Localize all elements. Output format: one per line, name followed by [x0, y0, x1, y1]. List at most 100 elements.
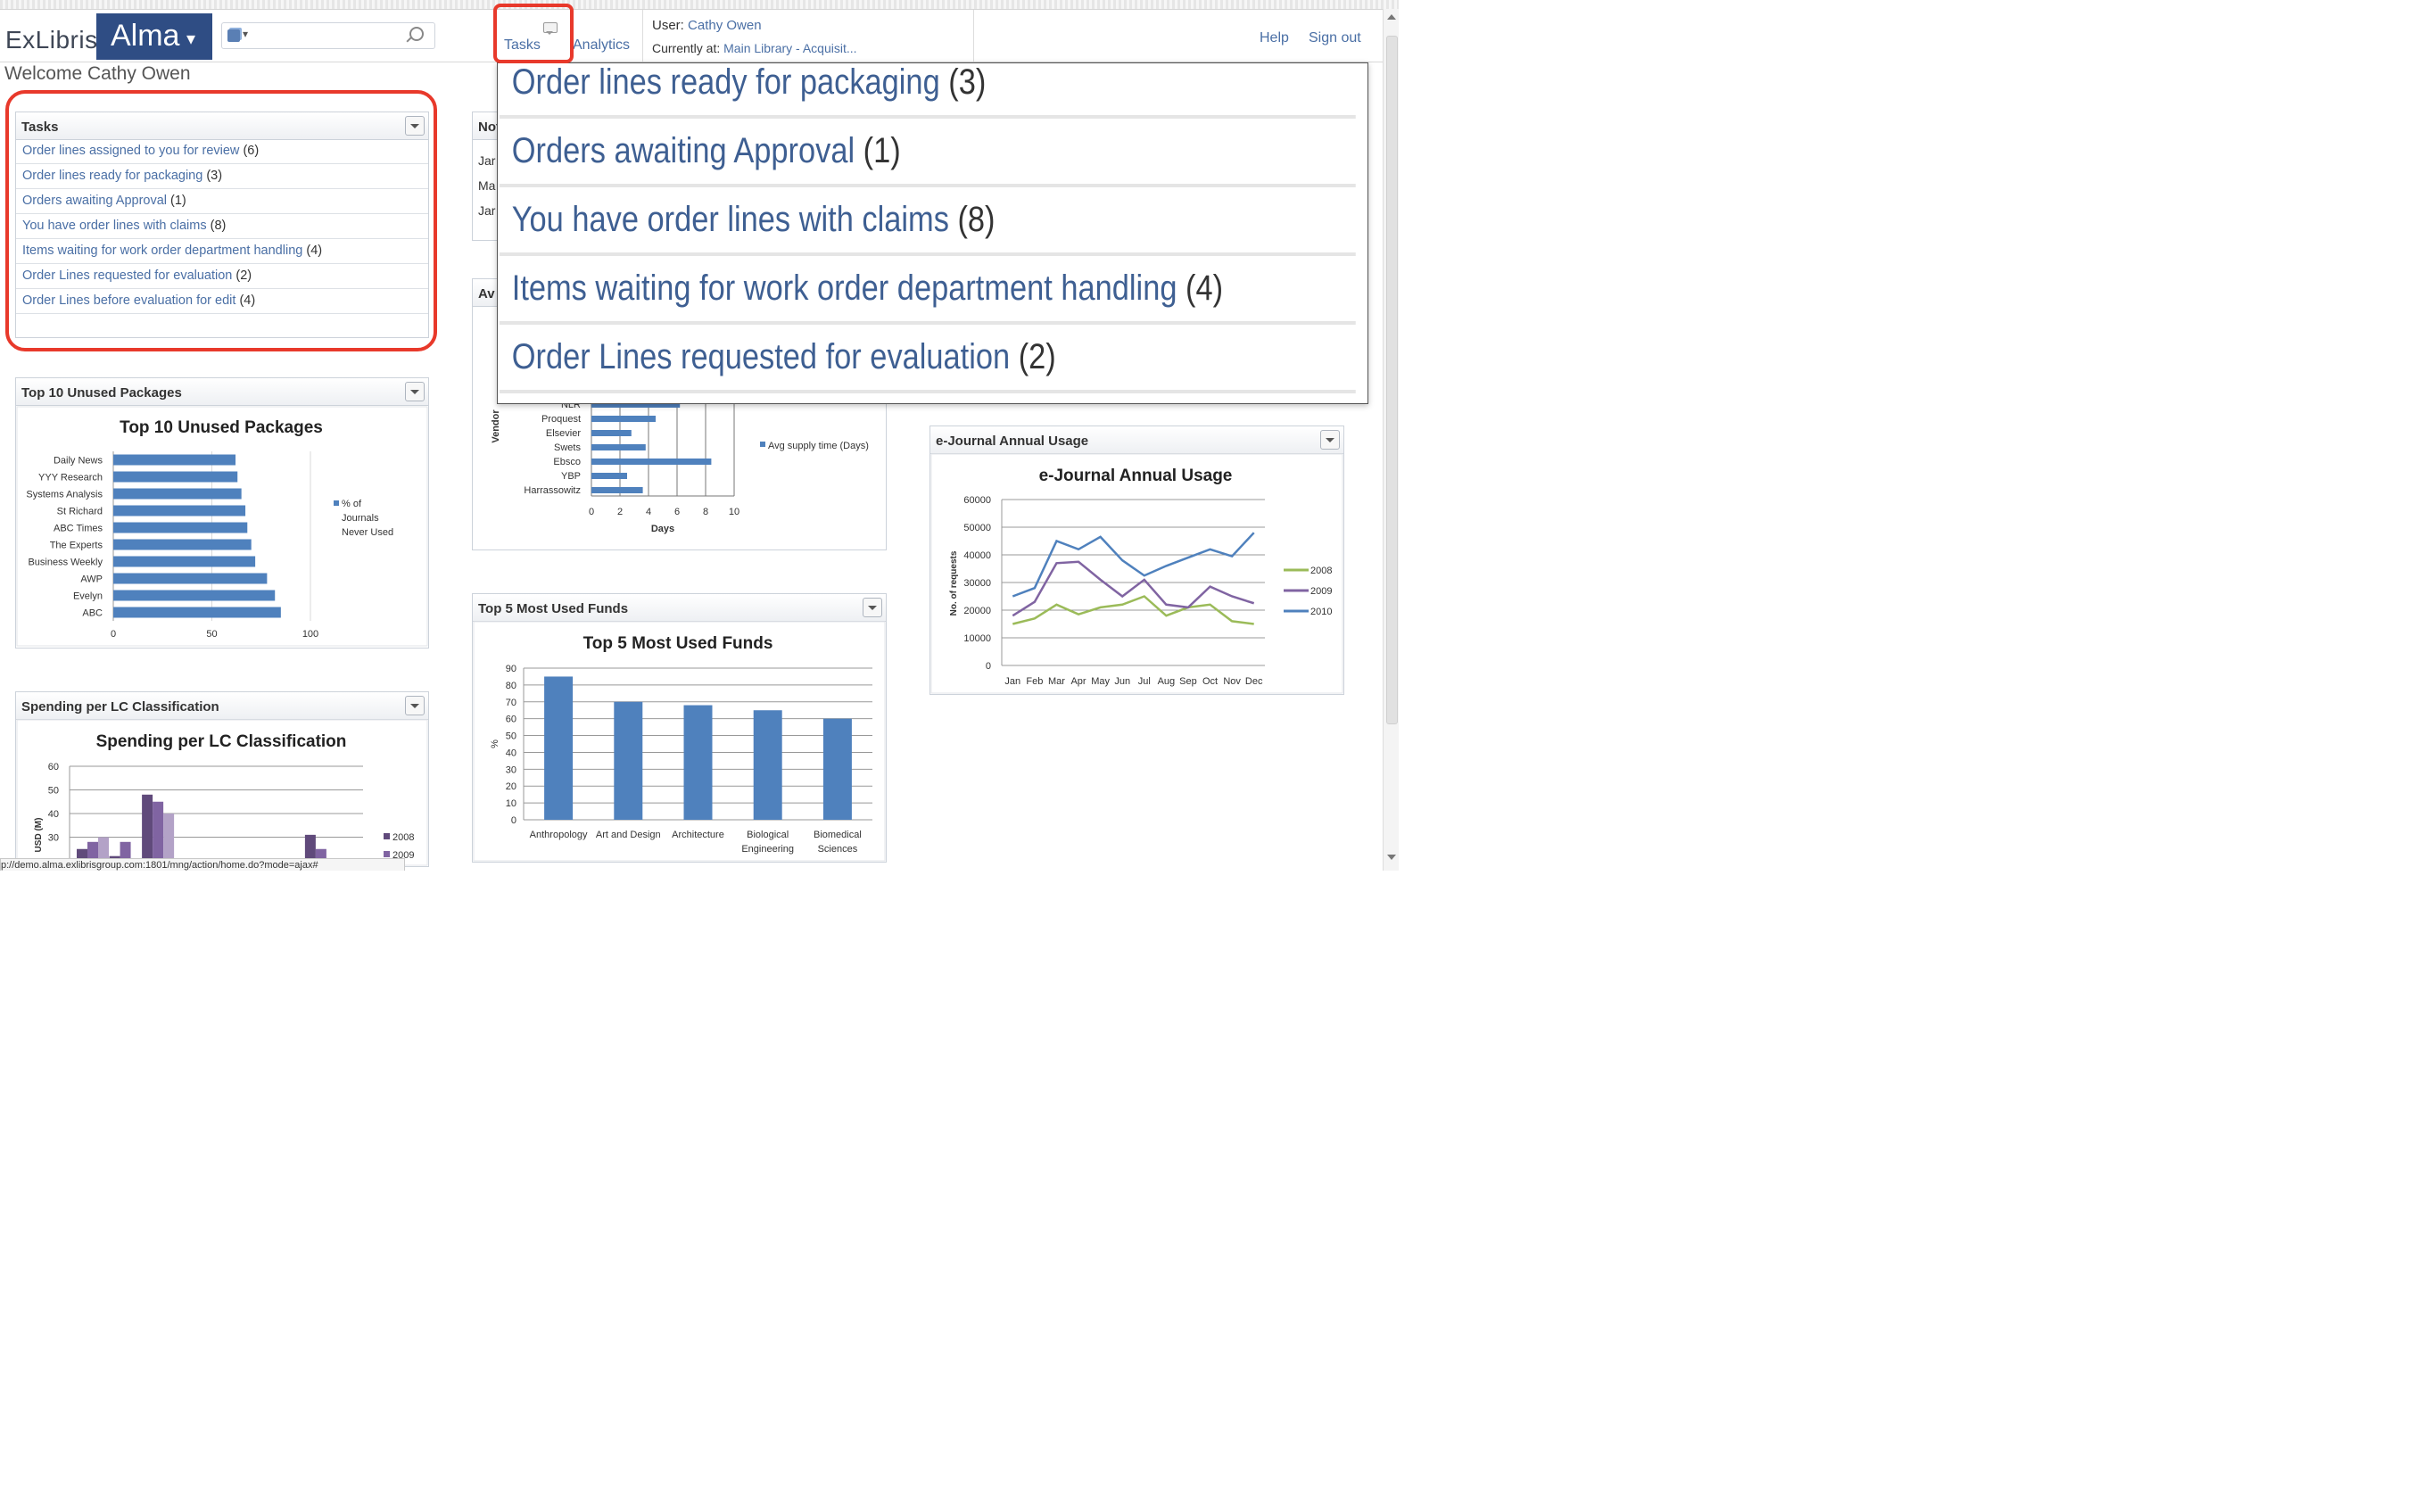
x-tick-label: Dec — [1245, 676, 1263, 687]
bar — [113, 505, 246, 516]
y-tick-label: 40000 — [963, 550, 991, 561]
y-tick-label: 60000 — [963, 495, 991, 506]
category-label: Biological — [747, 830, 789, 840]
search-type-dropdown[interactable]: ▾ — [226, 28, 251, 44]
bar — [113, 471, 238, 483]
category-label: Systems Analysis — [26, 490, 103, 500]
bar — [591, 487, 643, 493]
x-tick-label: Oct — [1202, 676, 1218, 687]
popup-task-item[interactable]: Order Lines requested for evaluation (2) — [500, 324, 1356, 393]
sign-out-link[interactable]: Sign out — [1309, 30, 1361, 46]
category-label: Harrassowitz — [524, 485, 581, 496]
bar — [614, 701, 643, 820]
bar — [591, 459, 712, 465]
help-link[interactable]: Help — [1260, 30, 1289, 46]
category-label: Engineering — [741, 844, 794, 855]
legend-label: 2008 — [1310, 566, 1332, 576]
y-tick-label: 30000 — [963, 578, 991, 589]
y-tick-label: 30 — [48, 833, 59, 844]
unused-packages-chart: Top 10 Unused Packages Daily News YYY Rese… — [16, 406, 428, 648]
chart-title: Top 5 Most Used Funds — [583, 634, 773, 653]
notes-row: Ma — [478, 178, 496, 193]
x-tick-label: 50 — [206, 629, 217, 640]
popup-task-count: (8) — [957, 200, 996, 239]
popup-task-count: (1) — [863, 131, 901, 170]
alma-logo-text: Alma — [111, 19, 180, 53]
chart-frame — [473, 621, 886, 862]
popup-task-item[interactable]: Order lines ready for packaging (3) — [500, 63, 1356, 119]
x-tick-label: Jan — [1004, 676, 1020, 687]
ejournal-widget: e-Journal Annual Usage e-Journal Annual … — [929, 426, 1344, 695]
y-axis-label: No. of requests — [949, 550, 959, 616]
popup-task-item[interactable]: Items waiting for work order department … — [500, 255, 1356, 325]
legend-label: 2008 — [392, 832, 414, 843]
popup-task-count: (4) — [1186, 269, 1224, 308]
bar — [113, 539, 252, 550]
category-label: ABC — [82, 608, 103, 619]
popup-task-item[interactable]: Orders awaiting Approval (1) — [500, 118, 1356, 187]
legend-label: % of — [342, 499, 362, 509]
search-box: ▾ — [221, 22, 435, 49]
chart-title: e-Journal Annual Usage — [1039, 467, 1233, 485]
legend-swatch — [760, 442, 765, 447]
exlibris-logo: ExLibris — [5, 26, 98, 54]
y-axis-label: Vendor — [491, 409, 501, 443]
y-axis-label: USD (M) — [34, 818, 44, 853]
x-tick-label: Jul — [1138, 676, 1151, 687]
ejournal-chart: e-Journal Annual Usage 0 10000 20000 30000 40… — [930, 453, 1343, 694]
x-tick-label: May — [1091, 676, 1110, 687]
x-axis-label: Days — [651, 524, 674, 534]
y-tick-label: 60 — [506, 715, 516, 725]
search-input[interactable] — [256, 26, 402, 45]
legend-swatch — [384, 851, 390, 857]
popup-task-label: You have order lines with claims — [511, 200, 949, 239]
category-label: Evelyn — [73, 591, 103, 602]
alma-menu-button[interactable]: Alma ▾ — [96, 13, 212, 60]
y-tick-label: 90 — [506, 664, 516, 674]
popup-task-label: Items waiting for work order department … — [511, 269, 1177, 308]
category-label: Elsevier — [546, 428, 581, 439]
notes-row: Jar — [478, 153, 496, 168]
chart-title: Top 10 Unused Packages — [120, 418, 323, 437]
scroll-thumb[interactable] — [1386, 36, 1398, 724]
tab-analytics[interactable]: Analytics — [573, 37, 630, 54]
bar — [753, 710, 782, 820]
y-tick-label: 20000 — [963, 606, 991, 616]
y-tick-label: 20 — [506, 781, 516, 792]
legend-label: Journals — [342, 513, 379, 524]
scroll-up-icon[interactable] — [1387, 14, 1396, 20]
bar — [153, 801, 164, 866]
location-link[interactable]: Main Library - Acquisit... — [723, 41, 856, 55]
location-label: Currently at: — [652, 41, 721, 55]
x-tick-label: 100 — [302, 629, 318, 640]
x-tick-label: 6 — [674, 507, 680, 517]
category-label: Art and Design — [596, 830, 661, 840]
x-tick-label: Aug — [1158, 676, 1176, 687]
bar — [822, 718, 852, 820]
popup-task-item[interactable]: You have order lines with claims (8) — [500, 186, 1356, 256]
lc-spending-chart: Spending per LC Classification 30 40 50 60 US… — [16, 719, 428, 866]
category-label: YBP — [561, 471, 581, 482]
x-tick-label: 0 — [111, 629, 116, 640]
bar — [544, 676, 574, 820]
x-tick-label: 10 — [729, 507, 739, 517]
y-tick-label: 0 — [986, 661, 991, 672]
legend-label: 2010 — [1310, 607, 1332, 617]
scroll-down-icon[interactable] — [1387, 855, 1396, 860]
bar — [591, 430, 632, 436]
chart-frame — [930, 453, 1343, 694]
category-label: Swets — [554, 442, 581, 453]
x-tick-label: 4 — [646, 507, 651, 517]
page-scrollbar[interactable] — [1383, 9, 1399, 871]
popup-task-label: Orders awaiting Approval — [511, 131, 855, 170]
unused-packages-widget: Top 10 Unused Packages Top 10 Unused Pac… — [15, 377, 429, 649]
category-label: ABC Times — [54, 524, 103, 534]
y-tick-label: 80 — [506, 681, 516, 691]
top-header: ExLibris Alma ▾ ▾ Tasks Analytics User: … — [0, 10, 1383, 62]
search-icon[interactable] — [409, 27, 424, 41]
user-name-link[interactable]: Cathy Owen — [688, 18, 762, 33]
y-tick-label: 30 — [506, 764, 516, 775]
y-tick-label: 10000 — [963, 633, 991, 644]
alma-caret-icon: ▾ — [186, 29, 196, 49]
funds-chart: Top 5 Most Used Funds 0 10 20 30 40 50 60 70 80 90… — [473, 621, 886, 862]
